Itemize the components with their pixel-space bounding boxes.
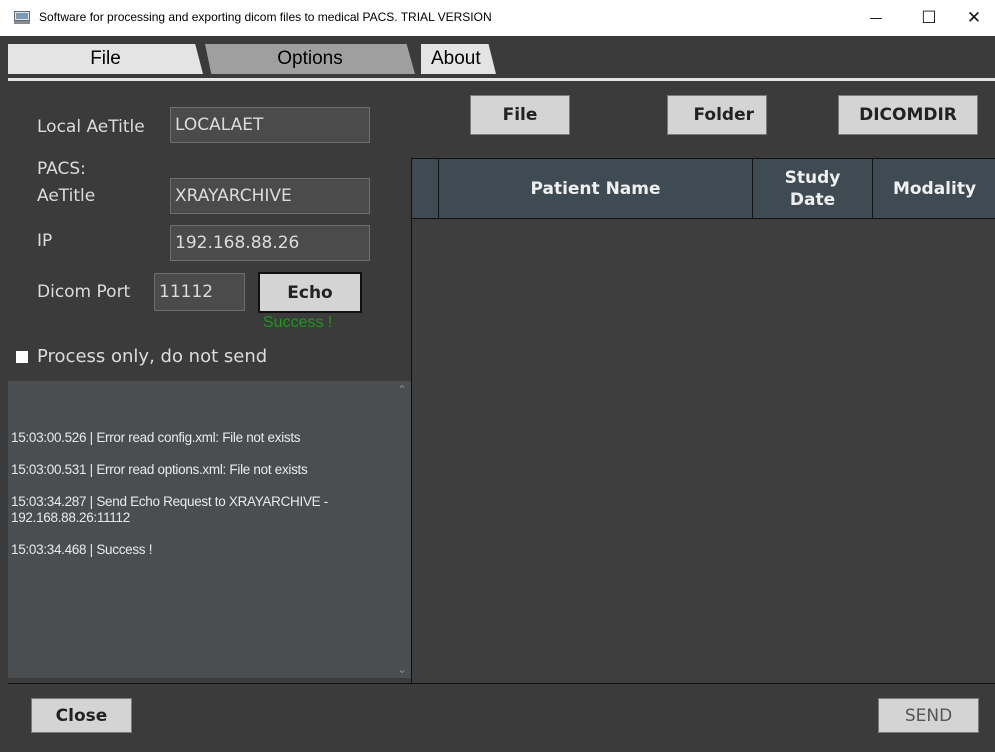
column-modality[interactable]: Modality	[873, 159, 995, 219]
window-title: Software for processing and exporting di…	[39, 10, 492, 24]
aetitle-input[interactable]: XRAYARCHIVE	[170, 178, 370, 214]
tab-about[interactable]: About	[421, 44, 496, 74]
process-only-checkbox[interactable]	[16, 351, 28, 363]
table-header: Patient Name Study Date Modality	[412, 159, 995, 219]
log-entries: 15:03:00.526 | Error read config.xml: Fi…	[11, 430, 386, 574]
send-button[interactable]: SEND	[878, 698, 979, 733]
local-aetitle-input[interactable]: LOCALAET	[170, 107, 370, 143]
app-icon	[14, 11, 30, 24]
dicom-port-label: Dicom Port	[37, 282, 131, 302]
process-only-label: Process only, do not send	[37, 346, 268, 367]
column-patient-name[interactable]: Patient Name	[439, 159, 753, 219]
file-button[interactable]: File	[470, 95, 570, 135]
dicom-port-input[interactable]: 11112	[154, 273, 245, 311]
folder-button[interactable]: Folder	[667, 95, 767, 135]
pacs-label: PACS:	[37, 159, 86, 179]
bottom-divider	[8, 683, 995, 684]
tab-file[interactable]: File	[8, 44, 203, 74]
echo-status: Success !	[263, 314, 333, 331]
scroll-up-icon[interactable]: ⌃	[397, 383, 407, 397]
column-study-date[interactable]: Study Date	[753, 159, 873, 219]
tab-strip: File Options About	[0, 36, 995, 81]
maximize-button[interactable]: ☐	[906, 0, 952, 36]
maximize-icon: ☐	[921, 8, 937, 28]
title-bar: Software for processing and exporting di…	[0, 0, 995, 36]
column-study-date-label: Study Date	[784, 168, 841, 210]
dicomdir-button[interactable]: DICOMDIR	[838, 95, 978, 135]
tab-options[interactable]: Options	[205, 44, 415, 74]
close-button[interactable]: Close	[31, 698, 132, 733]
log-line: 15:03:34.468 | Success !	[11, 542, 153, 557]
ip-input[interactable]: 192.168.88.26	[170, 225, 370, 261]
aetitle-label: AeTitle	[37, 186, 96, 206]
minimize-icon: —	[869, 10, 883, 26]
column-select[interactable]	[412, 159, 439, 219]
log-line: 15:03:00.531 | Error read options.xml: F…	[11, 462, 308, 477]
tab-underline	[8, 78, 995, 81]
log-line: 15:03:34.287 | Send Echo Request to XRAY…	[11, 494, 328, 525]
log-line: 15:03:00.526 | Error read config.xml: Fi…	[11, 430, 301, 445]
studies-table[interactable]: Patient Name Study Date Modality	[411, 158, 995, 683]
close-window-button[interactable]: ✕	[951, 0, 995, 36]
close-icon: ✕	[966, 8, 982, 28]
local-aetitle-label: Local AeTitle	[37, 117, 145, 137]
ip-label: IP	[37, 231, 53, 251]
scroll-down-icon[interactable]: ⌄	[397, 662, 407, 676]
log-panel[interactable]: ⌃ 15:03:00.526 | Error read config.xml: …	[8, 381, 411, 678]
minimize-button[interactable]: —	[853, 0, 899, 36]
echo-button[interactable]: Echo	[258, 272, 362, 313]
